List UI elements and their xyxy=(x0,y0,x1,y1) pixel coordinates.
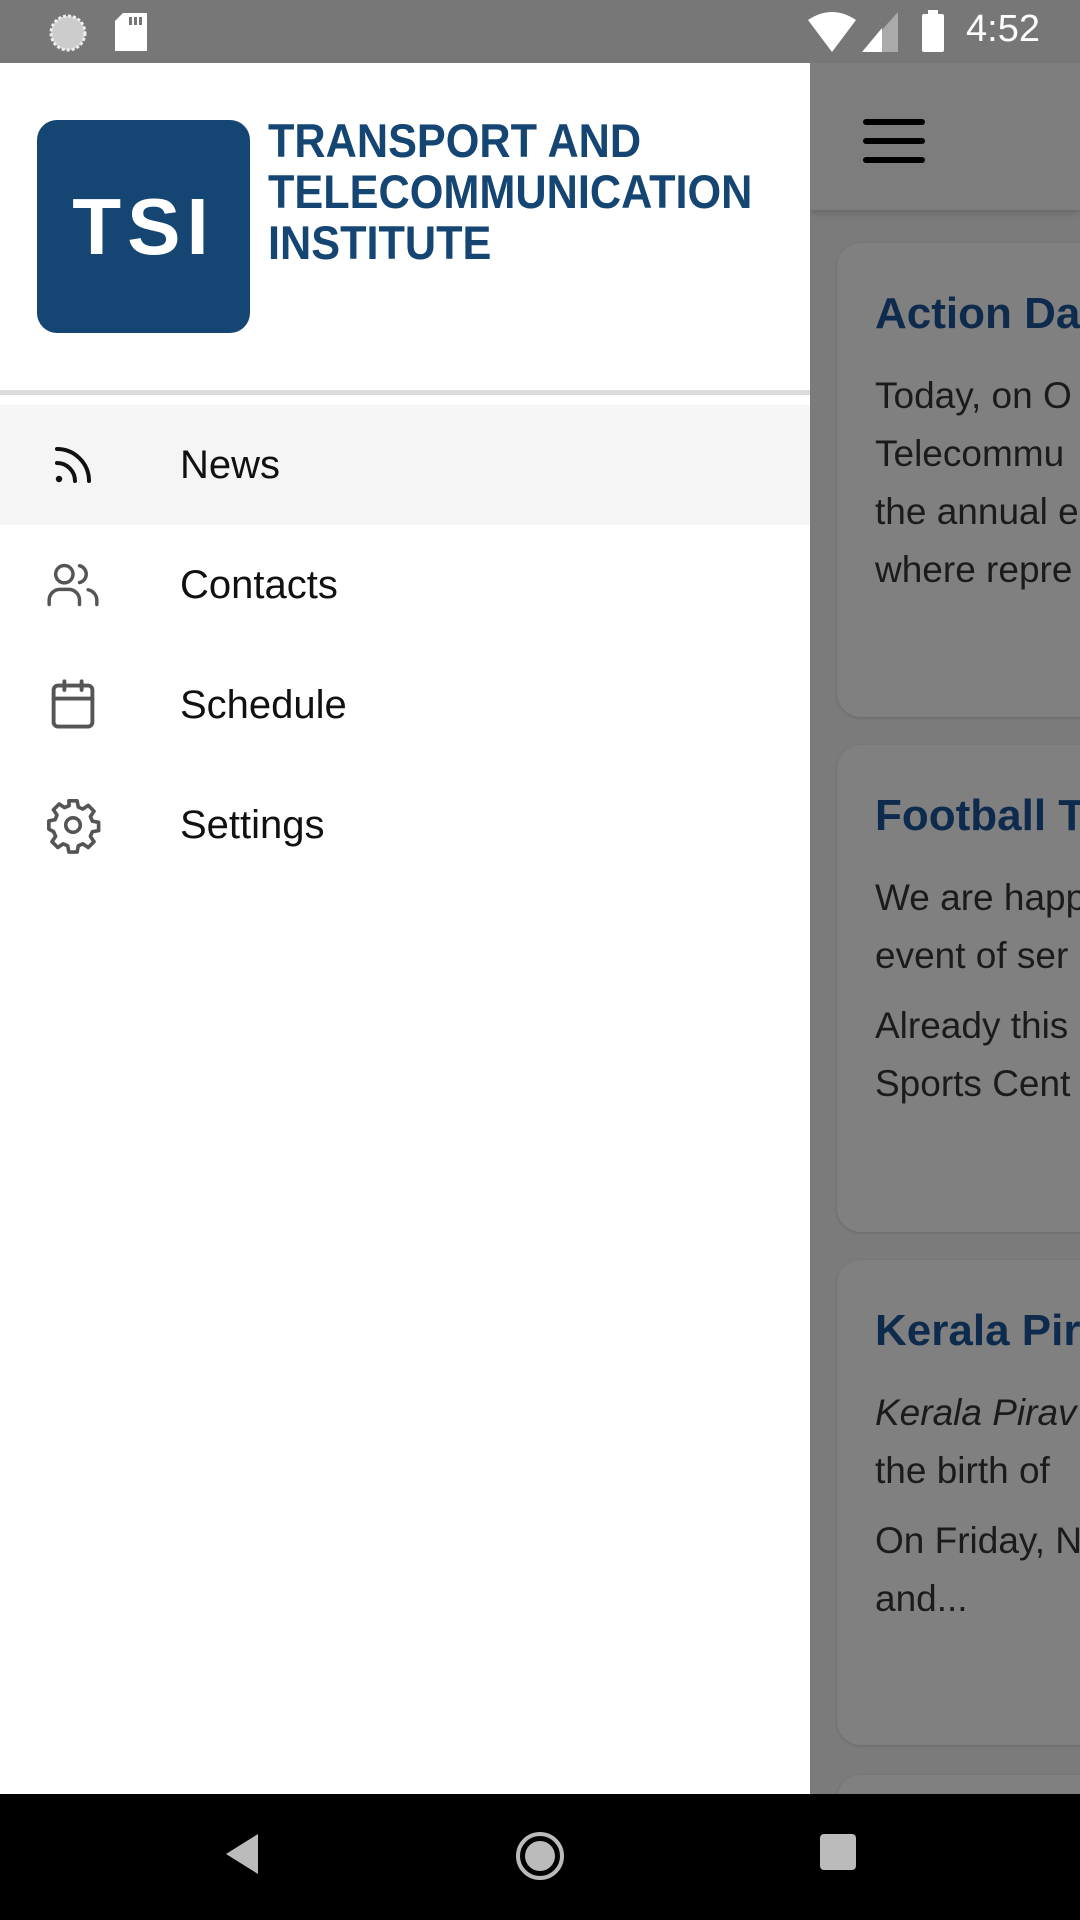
drawer-item-label: Settings xyxy=(180,802,325,847)
drawer-item-label: News xyxy=(180,442,281,487)
divider xyxy=(0,390,810,395)
gear-icon xyxy=(43,795,103,855)
navigation-drawer: TSI TRANSPORT AND TELECOMMUNICATION INSTIT… xyxy=(0,63,810,1794)
status-bar: 4:52 xyxy=(0,0,1080,63)
drawer-item-settings[interactable]: Settings xyxy=(0,765,810,885)
news-card-title: Action Da xyxy=(875,289,1080,338)
news-card-title: Football T xyxy=(875,791,1080,840)
wifi-icon xyxy=(808,12,856,52)
drawer-item-contacts[interactable]: Contacts xyxy=(0,525,810,645)
drawer-item-label: Schedule xyxy=(180,682,347,727)
logo-text: TRANSPORT AND TELECOMMUNICATION INSTITUTE xyxy=(268,114,753,269)
drawer-item-schedule[interactable]: Schedule xyxy=(0,645,810,765)
news-card[interactable] xyxy=(837,1775,1080,1794)
news-card-text: On Friday, Nand... xyxy=(875,1520,1080,1619)
calendar-icon xyxy=(43,675,103,735)
battery-icon xyxy=(922,10,944,52)
news-card[interactable]: Action Da Today, on O Telecommu the annual… xyxy=(837,243,1080,717)
news-card-title: Kerala Pir xyxy=(875,1306,1080,1355)
home-icon[interactable] xyxy=(514,1830,566,1882)
drawer-item-news[interactable]: News xyxy=(0,405,810,525)
signal-icon xyxy=(862,12,898,52)
news-card-text: Today, on O Telecommu the annual e where re… xyxy=(875,375,1079,590)
news-card-text: Kerala Pirav the birth of xyxy=(875,1392,1077,1491)
users-icon xyxy=(43,555,103,615)
drawer-item-label: Contacts xyxy=(180,562,338,607)
news-card[interactable]: Kerala Pir Kerala Pirav the birth of On F… xyxy=(837,1260,1080,1745)
sync-icon xyxy=(49,14,87,52)
status-time: 4:52 xyxy=(966,8,1040,50)
menu-icon[interactable] xyxy=(863,119,925,163)
system-nav-bar xyxy=(0,1794,1080,1920)
app-bar xyxy=(810,63,1080,210)
tsi-logo: TSI xyxy=(37,120,250,333)
sd-card-icon xyxy=(115,13,147,51)
back-icon[interactable] xyxy=(222,1832,262,1876)
news-card-text: We are happ event of ser xyxy=(875,877,1080,976)
rss-icon xyxy=(43,435,103,495)
news-card[interactable]: Football T We are happ event of ser Alrea… xyxy=(837,745,1080,1232)
news-card-text: Already this Sports Cent xyxy=(875,1005,1071,1104)
recents-icon[interactable] xyxy=(820,1834,856,1870)
